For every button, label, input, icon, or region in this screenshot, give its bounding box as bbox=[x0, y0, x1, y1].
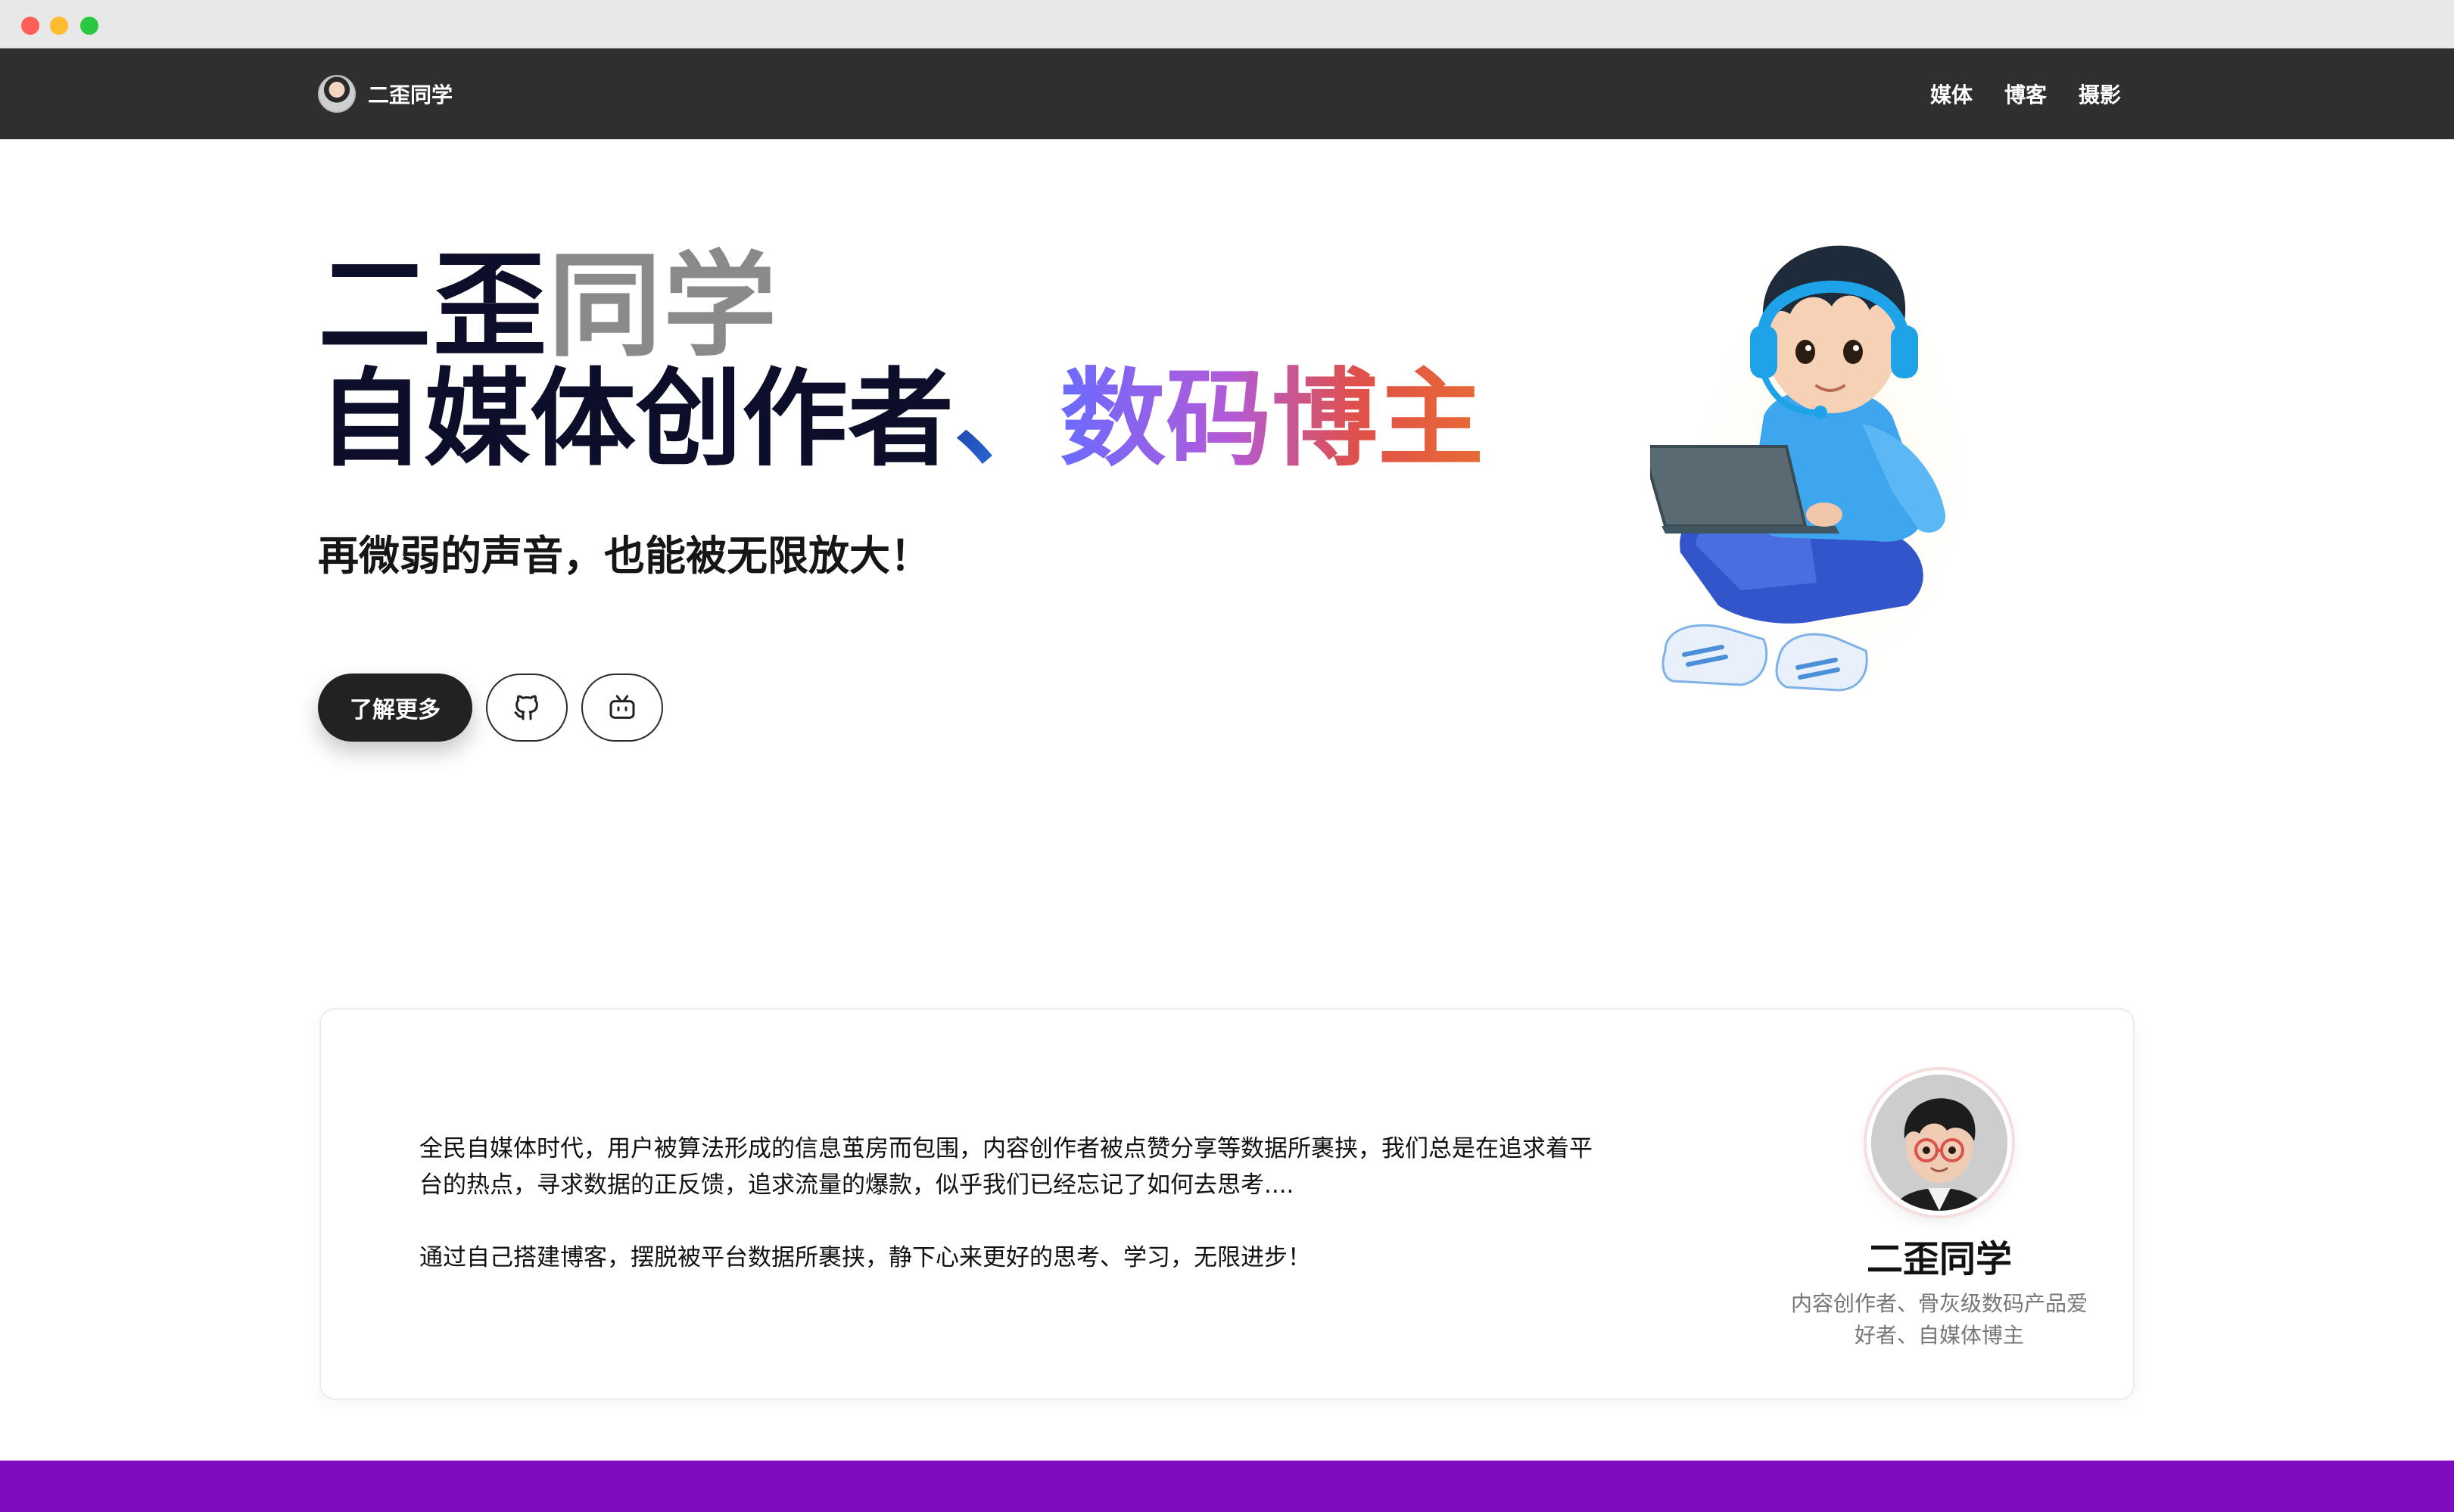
hero-role: 自媒体创作者、数码博主 bbox=[318, 363, 1484, 477]
brand-link[interactable]: 二歪同学 bbox=[318, 74, 453, 114]
github-icon bbox=[514, 695, 538, 720]
learn-more-button[interactable]: 了解更多 bbox=[318, 674, 472, 742]
hero-actions: 了解更多 bbox=[318, 674, 663, 742]
profile-bio: 内容创作者、骨灰级数码产品爱好者、自媒体博主 bbox=[1790, 1291, 2088, 1348]
navbar: 二歪同学 媒体 博客 摄影 bbox=[0, 48, 2454, 139]
minimize-window-button[interactable] bbox=[50, 17, 68, 35]
nav-link-photography[interactable]: 摄影 bbox=[2079, 79, 2121, 109]
about-card: 全民自媒体时代，用户被算法形成的信息茧房而包围，内容创作者被点赞分享等数据所裹挟… bbox=[319, 1008, 2135, 1400]
character-illustration bbox=[1650, 235, 1991, 719]
footer-bar bbox=[0, 1461, 2454, 1512]
bilibili-button[interactable] bbox=[581, 674, 663, 742]
avatar bbox=[318, 75, 356, 113]
hero-role-separator: 、 bbox=[954, 358, 1060, 481]
hero-role-part1: 自媒体创作者 bbox=[318, 358, 955, 481]
hero-name-part1: 二歪 bbox=[318, 241, 549, 372]
about-text: 全民自媒体时代，用户被算法形成的信息茧房而包围，内容创作者被点赞分享等数据所裹挟… bbox=[419, 1131, 1600, 1276]
brand-name: 二歪同学 bbox=[368, 82, 453, 107]
bilibili-icon bbox=[609, 695, 635, 719]
close-window-button[interactable] bbox=[21, 17, 39, 35]
avatar-illustration bbox=[1871, 1075, 2007, 1211]
zoom-window-button[interactable] bbox=[80, 17, 98, 35]
hero-tagline: 再微弱的声音，也能被无限放大！ bbox=[318, 532, 931, 580]
hero-name: 二歪同学 bbox=[318, 250, 778, 363]
profile-name: 二歪同学 bbox=[1866, 1238, 2012, 1280]
profile-avatar bbox=[1867, 1070, 2012, 1215]
github-button[interactable] bbox=[486, 674, 568, 742]
about-paragraph-1: 全民自媒体时代，用户被算法形成的信息茧房而包围，内容创作者被点赞分享等数据所裹挟… bbox=[419, 1135, 1593, 1199]
nav-link-media[interactable]: 媒体 bbox=[1930, 79, 1973, 109]
hero-role-part2: 数码博主 bbox=[1060, 358, 1484, 481]
hero-name-part2: 同学 bbox=[548, 241, 779, 372]
window-titlebar bbox=[0, 0, 2454, 48]
nav-link-blog[interactable]: 博客 bbox=[2004, 79, 2047, 109]
about-paragraph-2: 通过自己搭建博客，摆脱被平台数据所裹挟，静下心来更好的思考、学习，无限进步！ bbox=[419, 1244, 1311, 1271]
profile: 二歪同学 内容创作者、骨灰级数码产品爱好者、自媒体博主 bbox=[1780, 1070, 2098, 1352]
nav-links: 媒体 博客 摄影 bbox=[1930, 74, 2121, 114]
